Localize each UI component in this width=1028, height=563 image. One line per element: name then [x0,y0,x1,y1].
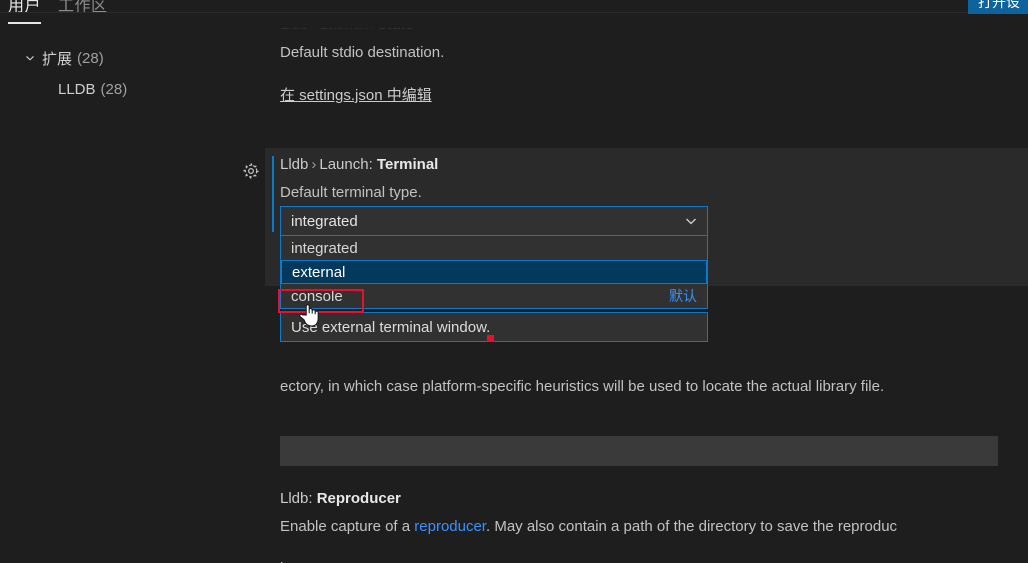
settings-editor-window: 用户 工作区 打开设 扩展 (28) LLDB (28) Lldb›Launch [0,0,1028,563]
dropdown-option-label: integrated [291,239,358,257]
dropdown-option-external[interactable]: external [281,260,707,284]
modified-setting-indicator [272,156,274,232]
setting-item-lldb-reproducer[interactable]: Lldb: Reproducer Enable capture of a rep… [230,490,1028,563]
dropdown-option-integrated[interactable]: integrated [281,236,707,260]
dropdown-option-label: console [291,287,343,305]
sidebar-item-lldb[interactable]: LLDB (28) [58,78,127,100]
setting-description: Enable capture of a reproducer. May also… [280,516,1028,537]
dropdown-detail-text: Use external terminal window. [291,318,491,336]
setting-item-lldb-library[interactable]: ectory, in which case platform-specific … [230,376,1028,486]
terminal-type-dropdown-list[interactable]: integrated external console 默认 [280,236,708,309]
sidebar-item-label: LLDB [58,80,96,98]
terminal-type-select[interactable]: integrated [280,206,708,236]
tabstrip-divider [0,12,1028,13]
setting-description-continued: in. [280,558,296,563]
dropdown-option-label: external [292,263,346,281]
edit-in-settings-json-link[interactable]: 在 settings.json 中编辑 [280,84,432,105]
sidebar-item-label: 扩展 [42,50,73,68]
open-settings-json-button[interactable]: 打开设 [968,0,1028,14]
chevron-down-icon [22,50,38,66]
settings-tree-sidebar: 扩展 (28) LLDB (28) [0,28,230,563]
settings-list[interactable]: Lldb›Launch: Stdio Default stdio destina… [230,28,1028,563]
sidebar-item-count: (28) [77,49,104,67]
select-selected-value: integrated [291,212,358,230]
reproducer-link[interactable]: reproducer [414,518,486,535]
default-badge: 默认 [669,288,697,304]
library-path-input[interactable] [280,436,998,466]
setting-description: Default stdio destination. [280,44,445,61]
desc-text-before-link: Enable capture of a [280,518,415,535]
chevron-down-icon [683,213,699,229]
setting-title: Lldb: Reproducer [280,490,401,507]
setting-description: ectory, in which case platform-specific … [280,378,885,395]
annotation-marker-dot [487,335,494,342]
settings-scope-tabs: 用户 工作区 [0,0,1028,26]
setting-item-lldb-launch-stdio[interactable]: Lldb›Launch: Stdio Default stdio destina… [230,28,1028,136]
desc-text-after-link: . May also contain a path of the directo… [485,518,898,535]
setting-title: Lldb › Launch: Terminal [280,156,439,173]
sidebar-item-extensions[interactable]: 扩展 (28) [22,47,104,69]
setting-description: Default terminal type. [280,184,422,201]
sidebar-item-count: (28) [100,80,128,98]
setting-item-lldb-launch-terminal[interactable]: Lldb › Launch: Terminal Default terminal t… [230,148,1028,342]
dropdown-option-detail: Use external terminal window. [280,312,708,342]
dropdown-option-console[interactable]: console 默认 [281,284,707,308]
gear-icon[interactable] [242,162,260,180]
setting-title: Lldb›Launch: Stdio [280,28,414,33]
